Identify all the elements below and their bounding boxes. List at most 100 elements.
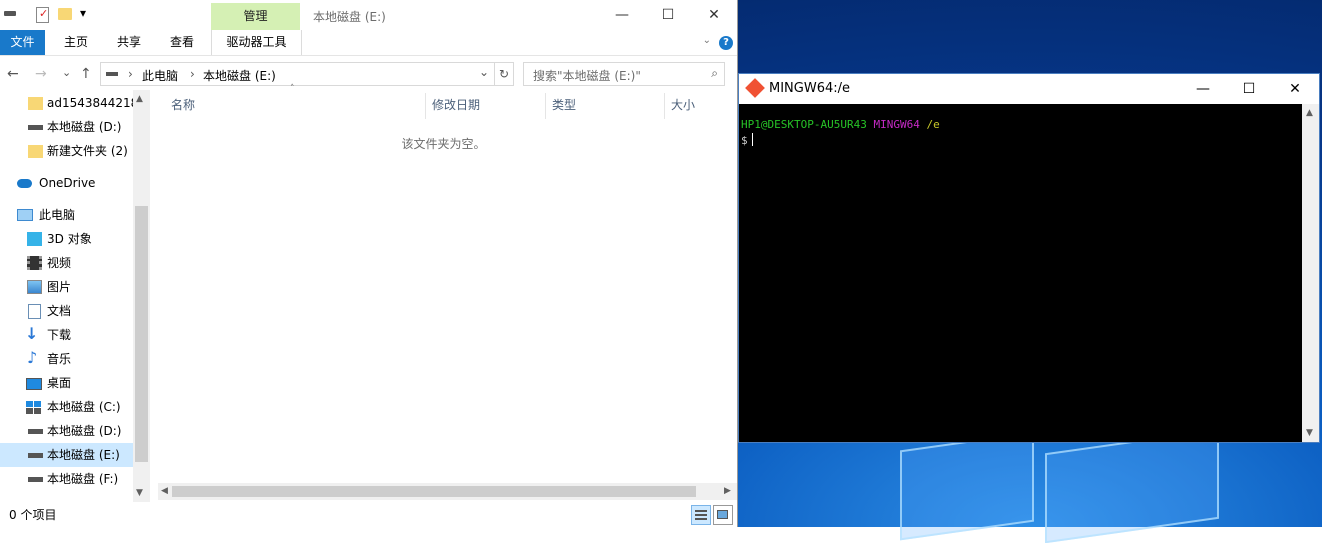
sidebar-item-drive-e[interactable]: 本地磁盘 (E:) xyxy=(0,443,133,467)
window-title: 本地磁盘 (E:) xyxy=(313,10,386,24)
horizontal-scroll-thumb[interactable] xyxy=(172,486,696,497)
navigation-pane: ad1543844218 本地磁盘 (D:) 新建文件夹 (2) OneDriv… xyxy=(0,90,150,502)
video-icon xyxy=(27,256,42,270)
sidebar-item-documents[interactable]: 文档 xyxy=(0,299,133,323)
explorer-titlebar[interactable]: ✓ ▾ 管理 本地磁盘 (E:) — ☐ ✕ xyxy=(0,0,737,30)
address-field[interactable]: › 此电脑 › 本地磁盘 (E:) ⌄ xyxy=(100,62,495,86)
details-view-button[interactable] xyxy=(691,505,711,525)
nav-scroll-thumb[interactable] xyxy=(135,206,148,462)
sidebar-item-videos[interactable]: 视频 xyxy=(0,251,133,275)
scroll-down-icon[interactable]: ▼ xyxy=(1306,428,1313,438)
minimize-button[interactable]: — xyxy=(599,0,645,30)
sidebar-item-this-pc[interactable]: 此电脑 xyxy=(0,203,133,227)
file-list-pane[interactable]: ˄ 名称 修改日期 类型 大小 该文件夹为空。 ◀ ▶ xyxy=(150,84,737,502)
address-bar-row: ← → ⌄ ↑ › 此电脑 › 本地磁盘 (E:) ⌄ ↻ 搜索"本地磁盘 (E… xyxy=(0,60,737,90)
context-tab-header: 管理 xyxy=(211,3,300,30)
column-header-name[interactable]: 名称 xyxy=(171,90,195,120)
tab-view[interactable]: 查看 xyxy=(158,30,206,55)
recent-locations-icon[interactable]: ⌄ xyxy=(62,66,71,79)
download-icon: ↓ xyxy=(25,324,39,343)
terminal-close-button[interactable]: ✕ xyxy=(1272,74,1318,104)
sidebar-item-pictures[interactable]: 图片 xyxy=(0,275,133,299)
address-dropdown-icon[interactable]: ⌄ xyxy=(479,65,489,79)
cloud-icon xyxy=(17,179,32,188)
drive-icon xyxy=(28,477,43,482)
address-separator[interactable]: › xyxy=(128,67,133,81)
folder-icon xyxy=(28,97,43,110)
maximize-button[interactable]: ☐ xyxy=(645,0,691,30)
column-divider[interactable] xyxy=(545,93,546,119)
column-divider[interactable] xyxy=(664,93,665,119)
prompt-symbol: $ xyxy=(741,134,748,147)
windows-logo-pane xyxy=(900,431,1034,541)
sidebar-item-downloads[interactable]: ↓ 下载 xyxy=(0,323,133,347)
scroll-right-icon[interactable]: ▶ xyxy=(724,486,731,496)
back-arrow-icon[interactable]: ← xyxy=(7,66,19,82)
address-separator[interactable]: › xyxy=(190,67,195,81)
nav-scrollbar[interactable]: ▲ ▼ xyxy=(133,90,150,502)
quick-access-dropdown-icon[interactable]: ▾ xyxy=(80,6,86,20)
prompt-user: HP1@DESKTOP-AU5UR43 xyxy=(741,118,867,131)
empty-folder-message: 该文件夹为空。 xyxy=(401,137,486,151)
breadcrumb-drive-e[interactable]: 本地磁盘 (E:) xyxy=(203,67,276,84)
tab-file[interactable]: 文件 xyxy=(0,30,45,55)
refresh-button[interactable]: ↻ xyxy=(494,62,514,86)
terminal-output[interactable]: HP1@DESKTOP-AU5UR43 MINGW64 /e $ xyxy=(739,104,1302,442)
column-divider[interactable] xyxy=(425,93,426,119)
documents-icon xyxy=(28,304,41,319)
properties-icon[interactable]: ✓ xyxy=(36,7,49,23)
sidebar-item-onedrive[interactable]: OneDrive xyxy=(0,171,133,195)
sidebar-item-drive-d[interactable]: 本地磁盘 (D:) xyxy=(0,115,133,139)
scroll-down-icon[interactable]: ▼ xyxy=(136,488,143,498)
desktop-icon xyxy=(26,378,42,390)
3d-objects-icon xyxy=(27,232,42,246)
folder-icon xyxy=(28,145,43,158)
tab-drive-tools[interactable]: 驱动器工具 xyxy=(211,30,302,55)
sort-ascending-icon: ˄ xyxy=(290,84,295,94)
terminal-maximize-button[interactable]: ☐ xyxy=(1226,74,1272,104)
sidebar-item-music[interactable]: ♪ 音乐 xyxy=(0,347,133,371)
scroll-left-icon[interactable]: ◀ xyxy=(161,486,168,496)
file-explorer-window: ✓ ▾ 管理 本地磁盘 (E:) — ☐ ✕ 文件 主页 共享 查看 驱动器工具… xyxy=(0,0,738,527)
large-icons-view-button[interactable] xyxy=(713,505,733,525)
sidebar-item-3d-objects[interactable]: 3D 对象 xyxy=(0,227,133,251)
column-header-size[interactable]: 大小 xyxy=(671,90,695,120)
sidebar-item-new-folder[interactable]: 新建文件夹 (2) xyxy=(0,139,133,163)
drive-icon xyxy=(28,453,43,458)
column-header-date-modified[interactable]: 修改日期 xyxy=(432,90,480,120)
tab-share[interactable]: 共享 xyxy=(105,30,153,55)
terminal-minimize-button[interactable]: — xyxy=(1180,74,1226,104)
windows-logo-pane xyxy=(1045,428,1219,543)
column-header-type[interactable]: 类型 xyxy=(552,90,576,120)
terminal-window[interactable]: MINGW64:/e — ☐ ✕ HP1@DESKTOP-AU5UR43 MIN… xyxy=(738,73,1320,443)
music-icon: ♪ xyxy=(27,348,38,367)
sidebar-item-desktop[interactable]: 桌面 xyxy=(0,371,133,395)
input-line[interactable]: $ xyxy=(741,133,753,147)
terminal-scrollbar[interactable]: ▲ ▼ xyxy=(1302,104,1319,442)
search-placeholder: 搜索"本地磁盘 (E:)" xyxy=(533,69,641,83)
item-count: 0 个项目 xyxy=(9,508,57,522)
new-folder-icon[interactable] xyxy=(58,8,72,20)
search-input[interactable]: 搜索"本地磁盘 (E:)" ⌕ xyxy=(523,62,725,86)
details-view-icon xyxy=(695,510,707,512)
tab-home[interactable]: 主页 xyxy=(52,30,100,55)
large-icons-view-icon xyxy=(717,510,728,519)
terminal-titlebar[interactable]: MINGW64:/e — ☐ ✕ xyxy=(739,74,1319,104)
drive-icon xyxy=(28,125,43,130)
search-icon[interactable]: ⌕ xyxy=(711,66,718,81)
ribbon-expand-icon[interactable]: ⌄ xyxy=(703,35,711,46)
help-icon[interactable]: ? xyxy=(719,36,733,50)
sidebar-item-drive-d[interactable]: 本地磁盘 (D:) xyxy=(0,419,133,443)
forward-arrow-icon[interactable]: → xyxy=(35,66,47,82)
up-arrow-icon[interactable]: ↑ xyxy=(80,66,92,82)
sidebar-item-drive-f[interactable]: 本地磁盘 (F:) xyxy=(0,467,133,491)
scroll-up-icon[interactable]: ▲ xyxy=(136,94,143,104)
breadcrumb-this-pc[interactable]: 此电脑 xyxy=(142,67,178,84)
scroll-up-icon[interactable]: ▲ xyxy=(1306,108,1313,118)
prompt-env: MINGW64 xyxy=(873,118,920,131)
close-button[interactable]: ✕ xyxy=(691,0,737,30)
drive-icon xyxy=(28,429,43,434)
horizontal-scrollbar[interactable]: ◀ ▶ xyxy=(158,483,737,500)
sidebar-item-folder-ad[interactable]: ad1543844218 xyxy=(0,91,133,115)
sidebar-item-drive-c[interactable]: 本地磁盘 (C:) xyxy=(0,395,133,419)
